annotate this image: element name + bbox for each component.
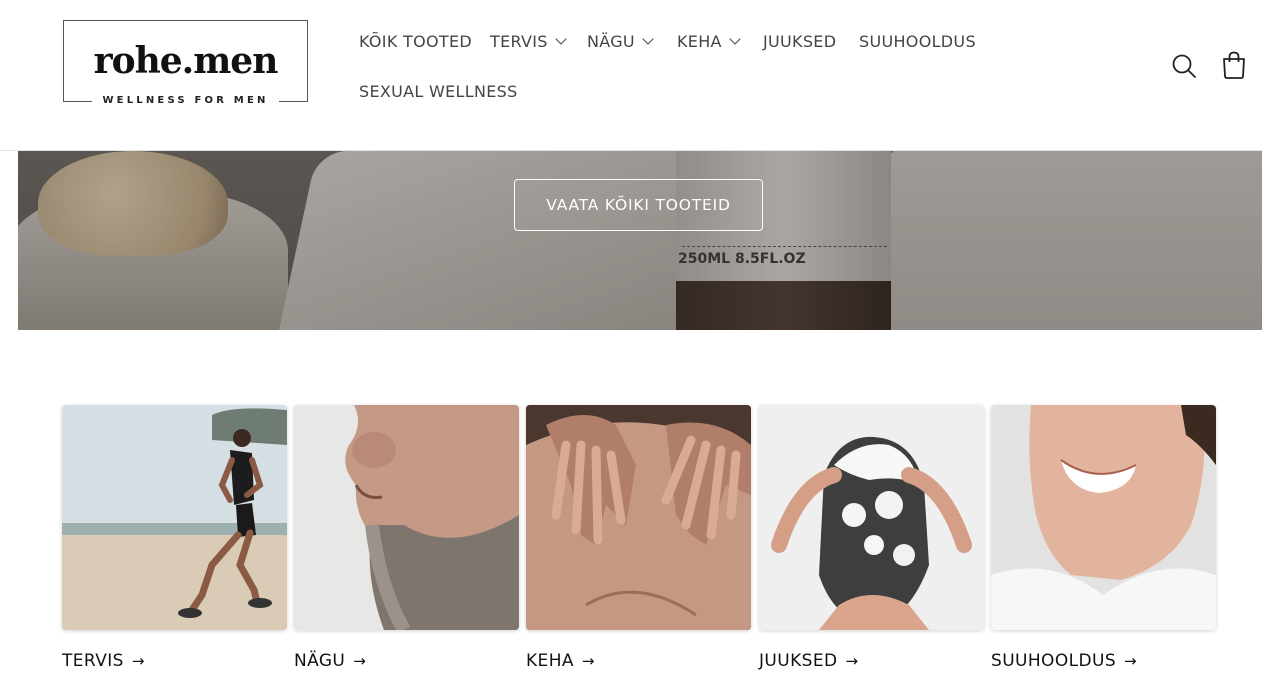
nav-item-koik-tooted[interactable]: KÕIK TOOTED: [359, 32, 472, 52]
collection-image-juuksed: [759, 405, 984, 630]
site-header: rohe.men WELLNESS FOR MEN KÕIK TOOTED TE…: [0, 0, 1262, 151]
hero-overlay: [18, 151, 1262, 330]
arrow-right-icon: →: [353, 652, 367, 670]
collection-image-nagu: [294, 405, 519, 630]
collection-card-juuksed[interactable]: JUUKSED →: [759, 405, 984, 675]
nav-item-keha[interactable]: KEHA: [677, 32, 741, 52]
arrow-right-icon: →: [131, 652, 145, 670]
collection-card-nagu[interactable]: NÄGU →: [294, 405, 519, 675]
nav-label: JUUKSED: [763, 32, 837, 51]
nav-item-tervis[interactable]: TERVIS: [490, 32, 567, 52]
collection-card-keha[interactable]: KEHA →: [526, 405, 751, 675]
hero-banner: 250ML 8.5FL.OZ VAATA KÕIKI TOOTEID: [18, 151, 1262, 330]
nav-label: TERVIS: [490, 32, 548, 51]
chevron-down-icon: [555, 33, 567, 45]
nav-label: NÄGU: [587, 32, 635, 51]
nav-item-sexual-wellness[interactable]: SEXUAL WELLNESS: [359, 82, 518, 102]
collection-image-keha: [526, 405, 751, 630]
nav-label: SUUHOOLDUS: [859, 32, 976, 51]
nav-item-nagu[interactable]: NÄGU: [587, 32, 654, 52]
collection-card-tervis[interactable]: TERVIS →: [62, 405, 287, 675]
collection-title-text: JUUKSED: [759, 651, 838, 671]
cart-button[interactable]: [1220, 50, 1248, 80]
arrow-right-icon: →: [581, 652, 595, 670]
chevron-down-icon: [642, 33, 654, 45]
site-logo[interactable]: rohe.men WELLNESS FOR MEN: [63, 20, 308, 107]
collection-title-text: SUUHOOLDUS: [991, 651, 1117, 671]
smile-illustration: [991, 405, 1216, 630]
collection-title-text: NÄGU: [294, 651, 346, 671]
collection-card-suuhooldus[interactable]: SUUHOOLDUS →: [991, 405, 1216, 675]
collection-image-tervis: [62, 405, 287, 630]
search-icon: [1172, 54, 1196, 78]
logo-tagline: WELLNESS FOR MEN: [92, 95, 279, 107]
collection-title: SUUHOOLDUS →: [991, 651, 1137, 671]
arrow-right-icon: →: [1124, 652, 1137, 670]
chevron-down-icon: [729, 33, 741, 45]
search-button[interactable]: [1170, 52, 1198, 80]
collection-title-text: TERVIS: [62, 651, 124, 671]
collection-title-text: KEHA: [526, 651, 574, 671]
nav-label: SEXUAL WELLNESS: [359, 82, 518, 101]
view-all-products-button[interactable]: VAATA KÕIKI TOOTEID: [514, 179, 763, 231]
nav-item-juuksed[interactable]: JUUKSED: [763, 32, 836, 52]
nav-label: KEHA: [677, 32, 722, 51]
collection-title: KEHA →: [526, 651, 595, 671]
collection-title: TERVIS →: [62, 651, 145, 671]
arrow-right-icon: →: [845, 652, 859, 670]
face-illustration: [294, 405, 519, 630]
logo-wordmark: rohe.men: [93, 40, 279, 82]
collection-image-suuhooldus: [991, 405, 1216, 630]
cart-icon: [1223, 51, 1245, 79]
collection-title: NÄGU →: [294, 651, 366, 671]
runner-illustration: [62, 405, 287, 630]
collection-title: JUUKSED →: [759, 651, 858, 671]
nav-label: KÕIK TOOTED: [359, 32, 472, 51]
hair-wash-illustration: [759, 405, 984, 630]
nav-item-suuhooldus[interactable]: SUUHOOLDUS: [859, 32, 976, 52]
massage-illustration: [526, 405, 751, 630]
